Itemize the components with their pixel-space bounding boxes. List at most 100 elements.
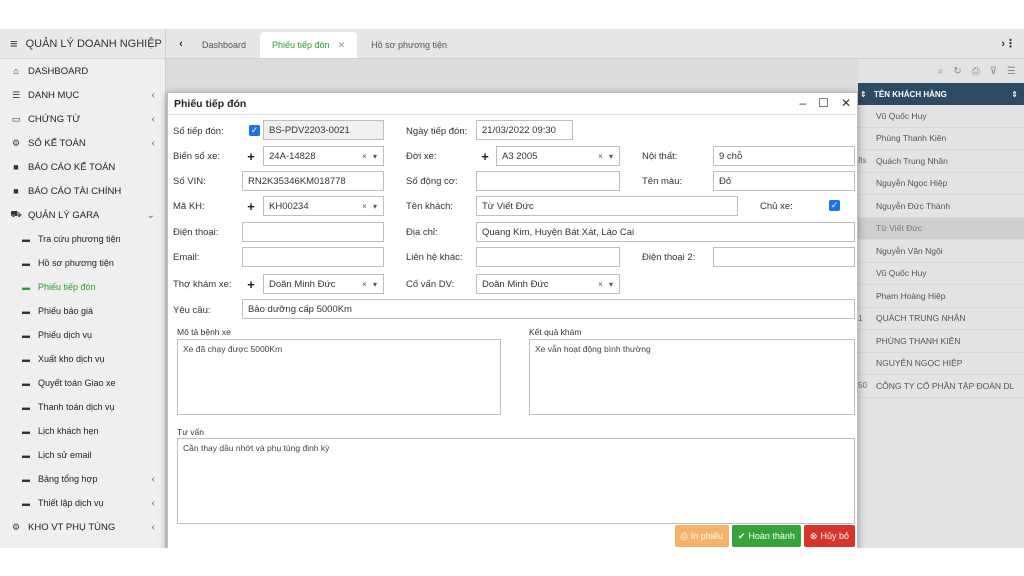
add-mechanic-icon[interactable]: + <box>242 274 260 294</box>
customer-name-cell: Nguyễn Ngọc Hiệp <box>876 178 948 189</box>
maximize-icon[interactable]: ☐ <box>818 96 829 110</box>
columns-icon[interactable]: ☰ <box>1007 66 1016 77</box>
clear-dropdown-icon[interactable]: × ▾ <box>362 275 379 293</box>
close-icon[interactable]: ✕ <box>841 96 851 110</box>
sidebar-subitem-label: Lịch sử email <box>38 450 92 460</box>
dien-thoai-field[interactable] <box>242 222 384 242</box>
table-row[interactable]: Vũ Quốc Huy <box>858 105 1024 128</box>
customer-name-cell: Nguyễn Đức Thành <box>876 200 951 211</box>
sidebar-subitem-8[interactable]: ▬ Lịch khách hẹn <box>0 419 165 443</box>
table-row[interactable]: Phùng Thanh Kiên <box>858 128 1024 150</box>
filter-icon[interactable]: ⊽ <box>990 66 997 77</box>
sidebar-subitem-0[interactable]: ▬ Tra cứu phương tiện <box>0 227 165 251</box>
add-plate-icon[interactable]: + <box>242 146 260 166</box>
sidebar: ≡ QUẢN LÝ DOANH NGHIỆP ⌂ DASHBOARD ☰ DANH M… <box>0 29 166 548</box>
clear-dropdown-icon[interactable]: × ▾ <box>598 275 615 293</box>
chevron-icon: ‹ <box>151 497 155 509</box>
tab-1[interactable]: Phiếu tiếp đón ✕ <box>260 32 358 58</box>
doi-xe-combo[interactable]: A3 2005 × ▾ <box>496 146 620 166</box>
add-customer-icon[interactable]: + <box>242 196 260 216</box>
grid-header[interactable]: ⇕ TÊN KHÁCH HÀNG ⇕ <box>858 83 1024 105</box>
refresh-icon[interactable]: ↻ <box>953 66 961 77</box>
yeu-cau-field[interactable]: Bảo dưỡng cấp 5000Km <box>242 299 855 319</box>
sidebar-item-6[interactable]: ⛟ QUẢN LÝ GARA ⌄ <box>0 203 165 227</box>
table-row[interactable]: Nguyễn Văn Ngôi <box>858 240 1024 263</box>
noi-that-field[interactable]: 9 chỗ <box>713 146 855 166</box>
label-dia-chi: Địa chỉ: <box>406 227 438 238</box>
co-van-dv-combo[interactable]: Doãn Minh Đức × ▾ <box>476 274 620 294</box>
tab-0[interactable]: Dashboard <box>190 32 258 58</box>
sidebar-subitem-9[interactable]: ▬ Lịch sử email <box>0 443 165 467</box>
table-row[interactable]: Từ Viết Đức <box>858 217 1024 240</box>
sidebar-item-label: SỔ KẾ TOÁN <box>28 137 86 149</box>
customer-name-cell: Phùng Thanh Kiên <box>876 133 947 144</box>
email-field[interactable] <box>242 247 384 267</box>
table-row[interactable]: 1 QUÁCH TRUNG NHÂN <box>858 308 1024 330</box>
dien-thoai-2-field[interactable] <box>713 247 855 267</box>
sidebar-item-2[interactable]: ▭ CHỨNG TỪ ‹ <box>0 107 165 131</box>
label-yeu-cau: Yêu cầu: <box>173 305 211 316</box>
sidebar-subitem-5[interactable]: ▬ Xuất kho dịch vụ <box>0 347 165 371</box>
close-tab-icon[interactable]: ✕ <box>338 40 346 51</box>
sidebar-subitem-2[interactable]: ▬ Phiếu tiếp đón <box>0 275 165 299</box>
table-row[interactable]: PHÙNG THANH KIÊN <box>858 330 1024 353</box>
table-row[interactable]: Nguyễn Đức Thành <box>858 195 1024 218</box>
table-row[interactable]: 50 CÔNG TY CỔ PHẦN TẬP ĐOÀN DL <box>858 375 1024 398</box>
lien-he-khac-field[interactable] <box>476 247 620 267</box>
customer-name-cell: Phạm Hoàng Hiệp <box>876 290 946 301</box>
clear-dropdown-icon[interactable]: × ▾ <box>362 197 379 215</box>
print-icon[interactable]: ⎙ <box>972 66 980 77</box>
search-icon[interactable]: ⌕ <box>938 66 944 77</box>
so-vin-field[interactable]: RN2K35346KM018778 <box>242 171 384 191</box>
sidebar-item-1[interactable]: ☰ DANH MỤC ‹ <box>0 83 165 107</box>
tho-kham-xe-combo[interactable]: Doãn Minh Đức × ▾ <box>263 274 384 294</box>
tu-van-textarea[interactable]: Cần thay dầu nhớt và phụ tùng định kỳ <box>177 438 855 524</box>
sidebar-item-kho-vt[interactable]: ⚙ KHO VT PHỤ TÙNG ‹ <box>0 515 165 539</box>
sidebar-item-5[interactable]: ■ BÁO CÁO TÀI CHÍNH <box>0 179 165 203</box>
bien-so-xe-combo[interactable]: 24A-14828 × ▾ <box>263 146 384 166</box>
table-row[interactable]: Phạm Hoàng Hiệp <box>858 285 1024 308</box>
table-row[interactable]: Nguyễn Ngọc Hiệp <box>858 173 1024 195</box>
tab-scroll-left-icon[interactable]: ‹ <box>172 30 190 58</box>
chevron-icon: ‹ <box>151 521 155 533</box>
minimize-icon[interactable]: – <box>799 96 806 110</box>
table-row[interactable]: Vũ Quốc Huy <box>858 263 1024 285</box>
tab-menu-icon[interactable]: ›⋮ <box>1001 37 1016 50</box>
tab-2[interactable]: Hồ sơ phương tiện <box>359 32 459 58</box>
so-tiep-don-field[interactable]: BS-PDV2203-0021 <box>263 120 384 140</box>
card-icon: ▭ <box>11 113 21 124</box>
mo-ta-textarea[interactable]: Xe đã chạy được 5000Km <box>177 339 501 415</box>
sidebar-subitem-10[interactable]: ▬ Bảng tổng hợp ‹ <box>0 467 165 491</box>
dia-chi-field[interactable]: Quang Kim, Huyện Bát Xát, Lào Cai <box>476 222 855 242</box>
table-row[interactable]: NGUYỄN NGỌC HIỆP <box>858 353 1024 375</box>
print-button[interactable]: ⎙ In phiếu <box>674 525 729 547</box>
complete-button[interactable]: ✔ Hoàn thành <box>731 525 801 547</box>
so-dong-co-field[interactable] <box>476 171 620 191</box>
clear-dropdown-icon[interactable]: × ▾ <box>362 147 379 165</box>
sidebar-item-3[interactable]: ⚙ SỔ KẾ TOÁN ‹ <box>0 131 165 155</box>
tho-kham-xe-value: Doãn Minh Đức <box>269 278 336 290</box>
sidebar-subitem-7[interactable]: ▬ Thanh toán dịch vụ <box>0 395 165 419</box>
ket-qua-textarea[interactable]: Xe vẫn hoạt động bình thường <box>529 339 855 415</box>
sidebar-subitem-3[interactable]: ▬ Phiếu báo giá <box>0 299 165 323</box>
ngay-tiep-don-field[interactable]: 21/03/2022 09:30 <box>476 120 573 140</box>
ten-khach-field[interactable]: Từ Viết Đức <box>476 196 738 216</box>
row-prefix: 1 <box>858 313 863 323</box>
ma-kh-combo[interactable]: KH00234 × ▾ <box>263 196 384 216</box>
add-model-icon[interactable]: + <box>476 146 494 166</box>
so-tiep-don-checkbox[interactable]: ✓ <box>249 125 260 136</box>
sidebar-item-4[interactable]: ■ BÁO CÁO KẾ TOÁN <box>0 155 165 179</box>
sidebar-subitem-1[interactable]: ▬ Hồ sơ phương tiện <box>0 251 165 275</box>
cancel-button[interactable]: ⊗ Hủy bỏ <box>803 525 855 547</box>
sidebar-item-0[interactable]: ⌂ DASHBOARD <box>0 59 165 83</box>
sidebar-subitem-4[interactable]: ▬ Phiếu dịch vụ <box>0 323 165 347</box>
sidebar-subitem-6[interactable]: ▬ Quyết toán Giao xe <box>0 371 165 395</box>
menu-icon[interactable]: ≡ <box>10 36 18 51</box>
table-row[interactable]: 8s Quách Trung Nhân <box>858 150 1024 173</box>
tu-van-title: Tư vấn <box>175 427 206 437</box>
clear-dropdown-icon[interactable]: × ▾ <box>598 147 615 165</box>
ten-mau-field[interactable]: Đỏ <box>713 171 855 191</box>
label-noi-that: Nội thất: <box>642 151 678 162</box>
chu-xe-checkbox[interactable]: ✓ <box>829 200 840 211</box>
sidebar-subitem-11[interactable]: ▬ Thiết lập dịch vụ ‹ <box>0 491 165 515</box>
